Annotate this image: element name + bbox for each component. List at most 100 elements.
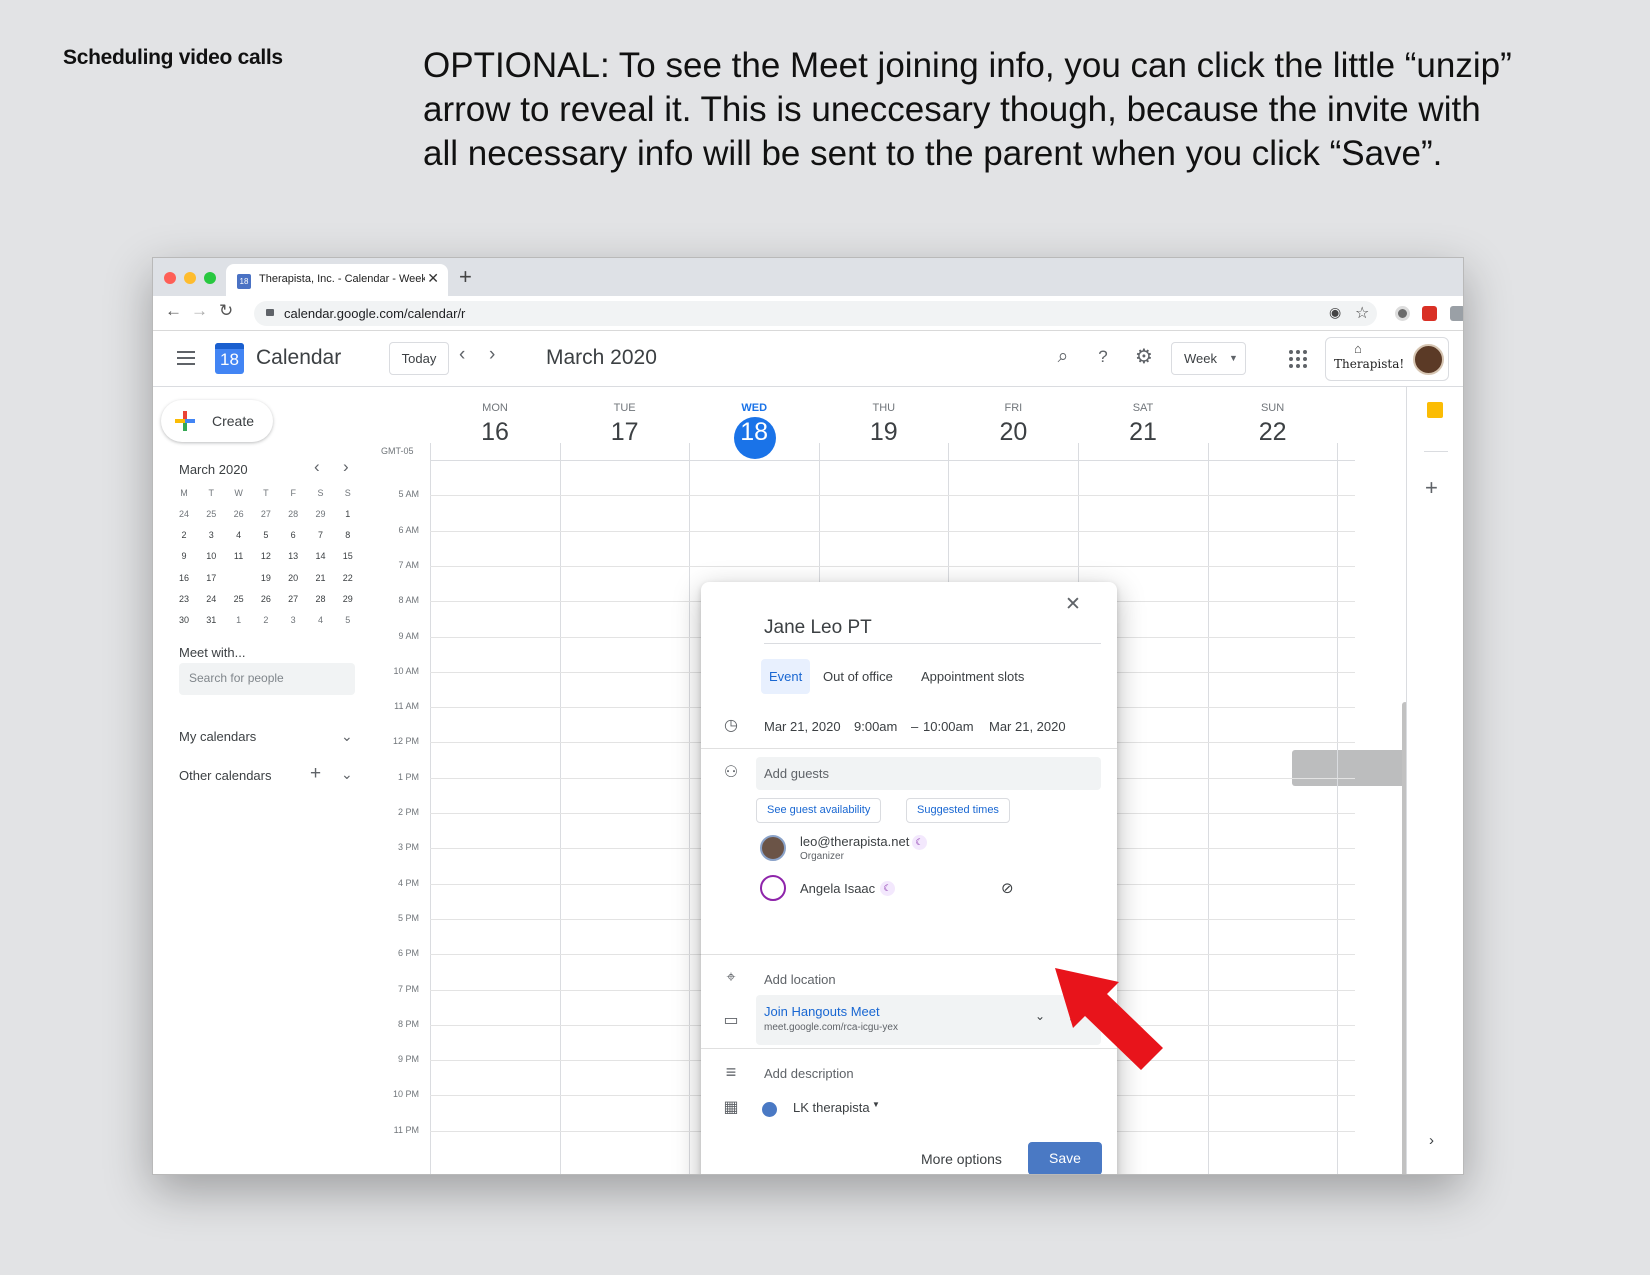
help-icon[interactable]: ? bbox=[1091, 345, 1115, 369]
mini-day[interactable]: 21 bbox=[307, 568, 335, 589]
mini-day[interactable]: 8 bbox=[334, 525, 362, 546]
mini-day[interactable]: 31 bbox=[197, 610, 225, 631]
start-date[interactable]: Mar 21, 2020 bbox=[764, 719, 841, 734]
mini-prev-month-icon[interactable]: ‹ bbox=[314, 457, 320, 477]
gear-icon[interactable]: ⚙ bbox=[1132, 345, 1156, 369]
my-calendars-label[interactable]: My calendars bbox=[179, 729, 256, 744]
join-meet-link[interactable]: Join Hangouts Meet bbox=[764, 1004, 880, 1019]
tab-appointment-slots[interactable]: Appointment slots bbox=[913, 659, 1032, 694]
day-number[interactable]: 21 bbox=[1078, 418, 1208, 447]
mini-day[interactable]: 5 bbox=[252, 525, 280, 546]
mini-day[interactable]: 29 bbox=[307, 504, 335, 525]
add-location-input[interactable]: Add location bbox=[764, 972, 836, 987]
mini-day[interactable]: 13 bbox=[279, 546, 307, 567]
browser-tab[interactable]: 18 Therapista, Inc. - Calendar - Week ✕ bbox=[226, 264, 448, 296]
search-people-input[interactable]: Search for people bbox=[179, 663, 355, 695]
mini-day[interactable]: 7 bbox=[307, 525, 335, 546]
mini-day[interactable]: 9 bbox=[170, 546, 198, 567]
mini-day[interactable]: 28 bbox=[307, 589, 335, 610]
mini-day[interactable]: 14 bbox=[307, 546, 335, 567]
dropdown-caret-icon[interactable]: ▼ bbox=[872, 1100, 880, 1109]
mini-day[interactable]: 26 bbox=[252, 589, 280, 610]
mini-day[interactable]: 29 bbox=[334, 589, 362, 610]
mini-day[interactable]: 27 bbox=[252, 504, 280, 525]
start-time[interactable]: 9:00am bbox=[854, 719, 897, 734]
address-bar[interactable]: calendar.google.com/calendar/r ◉ ☆ bbox=[254, 301, 1377, 326]
mini-day[interactable]: 22 bbox=[334, 568, 362, 589]
search-icon[interactable]: ⌕ bbox=[1051, 345, 1075, 369]
zoom-window-button[interactable] bbox=[204, 272, 216, 284]
mini-day[interactable]: 12 bbox=[252, 546, 280, 567]
mini-day[interactable]: 25 bbox=[225, 589, 253, 610]
star-icon[interactable]: ☆ bbox=[1355, 303, 1369, 323]
hide-guest-icon[interactable]: ⊘ bbox=[1001, 879, 1014, 897]
close-icon[interactable]: ✕ bbox=[1065, 593, 1081, 616]
event-placeholder-block[interactable] bbox=[1292, 750, 1416, 786]
previous-week-icon[interactable]: ‹ bbox=[459, 344, 465, 366]
mini-day[interactable]: 26 bbox=[225, 504, 253, 525]
keep-icon[interactable] bbox=[1427, 402, 1443, 418]
apps-grid-icon[interactable] bbox=[1289, 350, 1309, 370]
reload-icon[interactable]: ↻ bbox=[219, 301, 233, 321]
today-button[interactable]: Today bbox=[389, 342, 449, 375]
more-options-button[interactable]: More options bbox=[921, 1151, 1002, 1167]
hamburger-menu-icon[interactable] bbox=[177, 351, 195, 365]
mini-day[interactable]: 11 bbox=[225, 546, 253, 567]
mini-day[interactable]: 3 bbox=[197, 525, 225, 546]
close-window-button[interactable] bbox=[164, 272, 176, 284]
create-button[interactable]: Create bbox=[161, 400, 273, 442]
mini-day[interactable]: 19 bbox=[252, 568, 280, 589]
mini-day[interactable]: 2 bbox=[170, 525, 198, 546]
mini-day[interactable]: 6 bbox=[279, 525, 307, 546]
mini-day[interactable]: 23 bbox=[170, 589, 198, 610]
day-number[interactable]: 20 bbox=[948, 418, 1078, 447]
next-week-icon[interactable]: › bbox=[489, 344, 495, 366]
mini-day[interactable]: 17 bbox=[197, 568, 225, 589]
day-number[interactable]: 18 bbox=[689, 418, 819, 447]
back-arrow-icon[interactable]: ← bbox=[165, 301, 182, 321]
suggested-times-button[interactable]: Suggested times bbox=[906, 798, 1010, 823]
add-description-input[interactable]: Add description bbox=[764, 1066, 854, 1081]
avatar[interactable] bbox=[1413, 344, 1444, 375]
mini-day[interactable]: 4 bbox=[225, 525, 253, 546]
minimize-window-button[interactable] bbox=[184, 272, 196, 284]
mini-day[interactable]: 4 bbox=[307, 610, 335, 631]
mini-day[interactable]: 24 bbox=[197, 589, 225, 610]
mini-day[interactable]: 28 bbox=[279, 504, 307, 525]
mini-day[interactable]: 25 bbox=[197, 504, 225, 525]
eye-icon[interactable]: ◉ bbox=[1329, 304, 1341, 321]
tab-out-of-office[interactable]: Out of office bbox=[815, 659, 901, 694]
account-brand[interactable]: ⌂ Therapista! bbox=[1325, 337, 1449, 381]
chevron-down-icon[interactable]: ⌄ bbox=[1035, 1009, 1045, 1023]
mini-day[interactable]: 20 bbox=[279, 568, 307, 589]
mini-day[interactable]: 30 bbox=[170, 610, 198, 631]
extension-icon[interactable] bbox=[1450, 306, 1463, 321]
mini-day[interactable]: 24 bbox=[170, 504, 198, 525]
day-number[interactable]: 19 bbox=[819, 418, 949, 447]
mini-day[interactable]: 1 bbox=[334, 504, 362, 525]
mini-day[interactable]: 15 bbox=[334, 546, 362, 567]
day-number[interactable]: 16 bbox=[430, 418, 560, 447]
mini-day[interactable]: 1 bbox=[225, 610, 253, 631]
mini-day[interactable]: 2 bbox=[252, 610, 280, 631]
day-number[interactable]: 22 bbox=[1208, 418, 1338, 447]
save-button[interactable]: Save bbox=[1028, 1142, 1102, 1174]
mini-next-month-icon[interactable]: › bbox=[343, 457, 349, 477]
chevron-down-icon[interactable]: ⌄ bbox=[341, 766, 353, 783]
other-calendars-label[interactable]: Other calendars bbox=[179, 768, 272, 783]
day-number[interactable]: 17 bbox=[560, 418, 690, 447]
add-calendar-icon[interactable]: + bbox=[310, 763, 321, 785]
tab-event[interactable]: Event bbox=[761, 659, 811, 694]
mini-day[interactable]: 18 bbox=[225, 566, 253, 589]
mini-day[interactable]: 27 bbox=[279, 589, 307, 610]
tab-close-icon[interactable]: ✕ bbox=[427, 270, 439, 287]
calendar-selector[interactable]: LK therapista bbox=[793, 1100, 870, 1115]
end-date[interactable]: Mar 21, 2020 bbox=[989, 719, 1066, 734]
mini-day[interactable]: 16 bbox=[170, 568, 198, 589]
extension-icon[interactable] bbox=[1395, 306, 1410, 321]
expand-panel-icon[interactable]: › bbox=[1429, 1132, 1434, 1149]
new-tab-button[interactable]: + bbox=[459, 264, 472, 290]
see-guest-availability-button[interactable]: See guest availability bbox=[756, 798, 882, 823]
add-guests-input[interactable]: Add guests bbox=[756, 757, 1101, 790]
chevron-down-icon[interactable]: ⌄ bbox=[341, 728, 353, 745]
